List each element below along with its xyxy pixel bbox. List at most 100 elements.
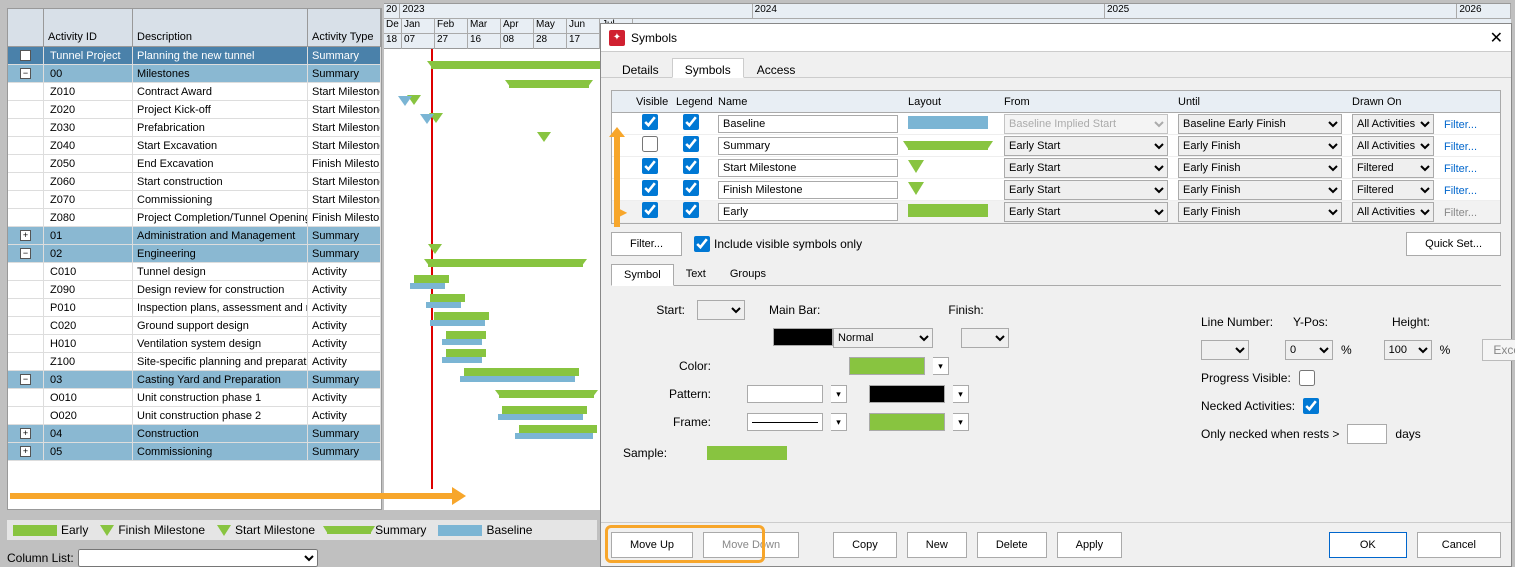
visible-checkbox[interactable]	[642, 114, 658, 130]
filter-link[interactable]: Filter...	[1444, 141, 1477, 153]
linenum-select[interactable]	[1201, 340, 1249, 360]
grid-body[interactable]: −Tunnel ProjectPlanning the new tunnelSu…	[8, 47, 381, 461]
mainbar-select[interactable]: Normal	[833, 328, 933, 348]
table-row[interactable]: C020Ground support designActivity	[8, 317, 381, 335]
table-row[interactable]: C010Tunnel designActivity	[8, 263, 381, 281]
symbol-name-input[interactable]	[718, 181, 898, 199]
include-visible-checkbox[interactable]	[694, 236, 710, 252]
until-select[interactable]: Early Finish	[1178, 202, 1342, 222]
color-swatch[interactable]	[849, 357, 925, 375]
table-row[interactable]: Z040Start ExcavationStart Milestone	[8, 137, 381, 155]
col-description[interactable]: Description	[133, 9, 308, 46]
pattern-picker-1-icon[interactable]: ▾	[831, 385, 847, 403]
drawn-on-select[interactable]: All Activities	[1352, 202, 1434, 222]
frame-swatch-2[interactable]	[869, 413, 945, 431]
frame-picker-1-icon[interactable]: ▾	[831, 413, 847, 431]
table-row[interactable]: Z090Design review for constructionActivi…	[8, 281, 381, 299]
visible-checkbox[interactable]	[642, 180, 658, 196]
table-row[interactable]: P010Inspection plans, assessment and reA…	[8, 299, 381, 317]
table-row[interactable]: O020Unit construction phase 2Activity	[8, 407, 381, 425]
new-button[interactable]: New	[907, 532, 967, 558]
cancel-button[interactable]: Cancel	[1417, 532, 1501, 558]
tab-access[interactable]: Access	[744, 58, 809, 77]
pattern-swatch-1[interactable]	[747, 385, 823, 403]
pattern-swatch-2[interactable]	[869, 385, 945, 403]
delete-button[interactable]: Delete	[977, 532, 1047, 558]
collapse-icon[interactable]: −	[20, 68, 31, 79]
col-activity-type[interactable]: Activity Type	[308, 9, 381, 46]
until-select[interactable]: Early Finish	[1178, 136, 1342, 156]
drawn-on-select[interactable]: All Activities	[1352, 114, 1434, 134]
copy-button[interactable]: Copy	[833, 532, 897, 558]
legend-checkbox[interactable]	[683, 136, 699, 152]
from-select[interactable]: Early Start	[1004, 202, 1168, 222]
table-row[interactable]: Z060Start constructionStart Milestone	[8, 173, 381, 191]
table-row[interactable]: Z100Site-specific planning and preparati…	[8, 353, 381, 371]
legend-checkbox[interactable]	[683, 158, 699, 174]
table-row[interactable]: Z010Contract AwardStart Milestone	[8, 83, 381, 101]
subtab-text[interactable]: Text	[674, 264, 718, 285]
close-icon[interactable]: ✕	[1490, 28, 1503, 48]
table-row[interactable]: Z030PrefabricationStart Milestone	[8, 119, 381, 137]
table-row[interactable]: −02EngineeringSummary	[8, 245, 381, 263]
visible-checkbox[interactable]	[642, 202, 658, 218]
table-row[interactable]: +01Administration and ManagementSummary	[8, 227, 381, 245]
table-row[interactable]: −00MilestonesSummary	[8, 65, 381, 83]
from-select[interactable]: Early Start	[1004, 136, 1168, 156]
frame-picker-2-icon[interactable]: ▾	[953, 413, 969, 431]
filter-link[interactable]: Filter...	[1444, 119, 1477, 131]
filter-button[interactable]: Filter...	[611, 232, 682, 256]
progress-visible-checkbox[interactable]	[1299, 370, 1315, 386]
col-activity-id[interactable]: Activity ID	[44, 9, 133, 46]
symbol-name-input[interactable]	[718, 137, 898, 155]
pattern-picker-2-icon[interactable]: ▾	[953, 385, 969, 403]
finish-select[interactable]	[961, 328, 1009, 348]
symbol-row[interactable]: Early StartEarly FinishFilteredFilter...	[612, 157, 1500, 179]
table-row[interactable]: Z020Project Kick-offStart Milestone	[8, 101, 381, 119]
symbol-row[interactable]: Early Start Early Finish All Activities Fil…	[612, 135, 1500, 157]
ypos-select[interactable]: 0	[1285, 340, 1333, 360]
table-row[interactable]: Z070CommissioningStart Milestone	[8, 191, 381, 209]
symbol-name-input[interactable]	[718, 115, 898, 133]
expand-icon[interactable]: +	[20, 446, 31, 457]
symbol-row[interactable]: Early StartEarly FinishFilteredFilter...	[612, 179, 1500, 201]
frame-swatch-1[interactable]	[747, 413, 823, 431]
move-up-button[interactable]: Move Up	[611, 532, 693, 558]
subtab-groups[interactable]: Groups	[718, 264, 778, 285]
table-row[interactable]: O010Unit construction phase 1Activity	[8, 389, 381, 407]
subtab-symbol[interactable]: Symbol	[611, 264, 674, 286]
filter-link[interactable]: Filter...	[1444, 185, 1477, 197]
legend-checkbox[interactable]	[683, 202, 699, 218]
symbol-row[interactable]: ▶Early StartEarly FinishAll ActivitiesFi…	[612, 201, 1500, 223]
symbol-name-input[interactable]	[718, 203, 898, 221]
expand-icon[interactable]: +	[20, 428, 31, 439]
symbol-name-input[interactable]	[718, 159, 898, 177]
from-select[interactable]: Early Start	[1004, 158, 1168, 178]
table-row[interactable]: +04ConstructionSummary	[8, 425, 381, 443]
drawn-on-select[interactable]: Filtered	[1352, 158, 1434, 178]
expand-icon[interactable]: +	[20, 230, 31, 241]
visible-checkbox[interactable]	[642, 158, 658, 174]
drawn-on-select[interactable]: All Activities	[1352, 136, 1434, 156]
color-picker-icon[interactable]: ▾	[933, 357, 949, 375]
until-select[interactable]: Baseline Early Finish	[1178, 114, 1342, 134]
only-necked-input[interactable]	[1347, 424, 1387, 444]
collapse-icon[interactable]: −	[20, 374, 31, 385]
symbol-row[interactable]: Baseline Implied StartBaseline Early Fin…	[612, 113, 1500, 135]
filter-link[interactable]: Filter...	[1444, 163, 1477, 175]
collapse-icon[interactable]: −	[20, 50, 31, 61]
legend-checkbox[interactable]	[683, 114, 699, 130]
from-select[interactable]: Early Start	[1004, 180, 1168, 200]
ok-button[interactable]: OK	[1329, 532, 1407, 558]
table-row[interactable]: +05CommissioningSummary	[8, 443, 381, 461]
column-list-select[interactable]	[78, 549, 318, 567]
drawn-on-select[interactable]: Filtered	[1352, 180, 1434, 200]
table-row[interactable]: Z050End ExcavationFinish Milestone	[8, 155, 381, 173]
necked-checkbox[interactable]	[1303, 398, 1319, 414]
tab-details[interactable]: Details	[609, 58, 672, 77]
table-row[interactable]: −Tunnel ProjectPlanning the new tunnelSu…	[8, 47, 381, 65]
legend-checkbox[interactable]	[683, 180, 699, 196]
tab-symbols[interactable]: Symbols	[672, 58, 744, 78]
table-row[interactable]: −03Casting Yard and PreparationSummary	[8, 371, 381, 389]
quick-set-button[interactable]: Quick Set...	[1406, 232, 1501, 256]
